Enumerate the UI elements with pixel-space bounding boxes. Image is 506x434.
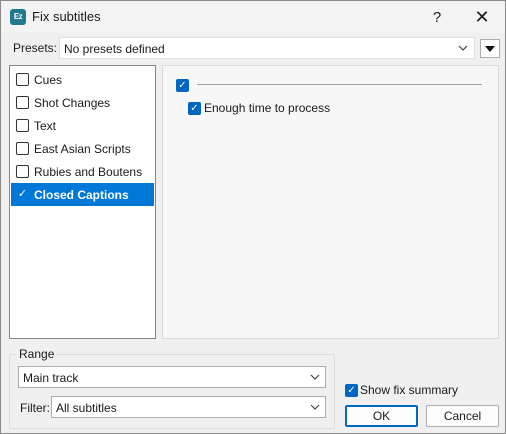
app-icon: Ez <box>10 9 26 25</box>
list-item-shot-changes[interactable]: Shot Changes <box>11 91 154 114</box>
option-enough-time[interactable]: ✓ Enough time to process <box>188 101 330 115</box>
list-item-label: Closed Captions <box>34 187 129 202</box>
list-item-cues[interactable]: Cues <box>11 68 154 91</box>
presets-dropdown[interactable]: No presets defined <box>59 37 475 59</box>
presets-menu-button[interactable] <box>480 39 500 58</box>
dropdown-triangle-icon <box>485 45 495 52</box>
chevron-down-icon <box>458 45 468 51</box>
checkbox-icon[interactable] <box>16 73 29 86</box>
fix-subtitles-dialog: Ez Fix subtitles ? ✕ Presets: No presets… <box>0 0 506 434</box>
filter-dropdown[interactable]: All subtitles <box>51 396 326 418</box>
close-icon: ✕ <box>474 6 490 27</box>
list-item-rubies-and-boutens[interactable]: Rubies and Boutens <box>11 160 154 183</box>
checkbox-icon[interactable] <box>16 165 29 178</box>
show-fix-summary-label: Show fix summary <box>360 383 459 397</box>
list-item-label: Cues <box>34 72 63 87</box>
range-legend: Range <box>17 347 57 361</box>
list-item-label: Shot Changes <box>34 95 111 110</box>
filter-label: Filter: <box>20 401 50 415</box>
chevron-down-icon <box>310 404 320 410</box>
checkbox-icon[interactable] <box>16 96 29 109</box>
list-item-closed-captions[interactable]: ✓ Closed Captions <box>11 183 154 206</box>
cancel-button[interactable]: Cancel <box>426 405 499 427</box>
track-dropdown[interactable]: Main track <box>18 366 326 388</box>
group-divider <box>197 84 482 85</box>
option-label: Enough time to process <box>204 101 331 115</box>
ok-button[interactable]: OK <box>345 405 418 427</box>
list-item-label: Text <box>34 118 57 133</box>
group-checkbox[interactable]: ✓ <box>176 79 189 92</box>
list-item-text[interactable]: Text <box>11 114 154 137</box>
checkbox-icon[interactable] <box>16 142 29 155</box>
options-panel: ✓ ✓ Enough time to process <box>162 65 499 339</box>
category-list[interactable]: Cues Shot Changes Text East Asian Script… <box>9 65 156 339</box>
list-item-east-asian-scripts[interactable]: East Asian Scripts <box>11 137 154 160</box>
presets-label: Presets: <box>13 41 58 55</box>
chevron-down-icon <box>310 374 320 380</box>
title-bar[interactable]: Ez Fix subtitles ? ✕ <box>1 1 505 33</box>
check-icon[interactable]: ✓ <box>188 101 201 115</box>
check-icon[interactable]: ✓ <box>16 188 29 201</box>
presets-value: No presets defined <box>64 42 165 56</box>
close-button[interactable]: ✕ <box>459 1 505 33</box>
filter-value: All subtitles <box>56 401 117 415</box>
help-button[interactable]: ? <box>414 1 460 33</box>
checkbox-icon[interactable] <box>16 119 29 132</box>
show-fix-summary-checkbox[interactable]: ✓ Show fix summary <box>345 383 458 397</box>
track-value: Main track <box>23 371 79 385</box>
check-icon[interactable]: ✓ <box>345 383 358 397</box>
window-title: Fix subtitles <box>32 9 101 24</box>
list-item-label: Rubies and Boutens <box>34 164 143 179</box>
list-item-label: East Asian Scripts <box>34 141 131 156</box>
